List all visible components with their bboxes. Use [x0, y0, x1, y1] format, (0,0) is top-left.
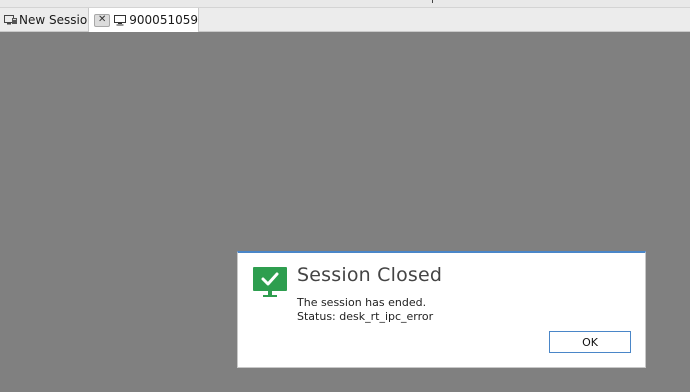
dialog-message: The session has ended. — [297, 296, 427, 309]
top-edge-mark — [432, 0, 433, 3]
tab-session-900051059[interactable]: ✕ 900051059 — [88, 8, 199, 32]
ok-button[interactable]: OK — [549, 331, 631, 353]
tab-new-session[interactable]: New Session — [0, 8, 100, 31]
close-tab-button[interactable]: ✕ — [94, 13, 111, 27]
close-icon: ✕ — [97, 14, 107, 25]
session-closed-dialog: Session Closed The session has ended. St… — [237, 251, 646, 368]
tab-bar: New Session ✕ 900051059 — [0, 8, 690, 32]
monitor-icon — [114, 14, 127, 26]
app-window: New Session ✕ 900051059 Session Closed T… — [0, 0, 690, 392]
tab-new-session-label: New Session — [19, 12, 95, 27]
tab-session-label: 900051059 — [129, 13, 198, 27]
window-top-edge — [0, 0, 690, 8]
monitor-check-icon — [253, 267, 287, 303]
dialog-status: Status: desk_rt_ipc_error — [297, 310, 434, 323]
dialog-title: Session Closed — [297, 264, 443, 286]
new-session-icon — [4, 14, 17, 26]
